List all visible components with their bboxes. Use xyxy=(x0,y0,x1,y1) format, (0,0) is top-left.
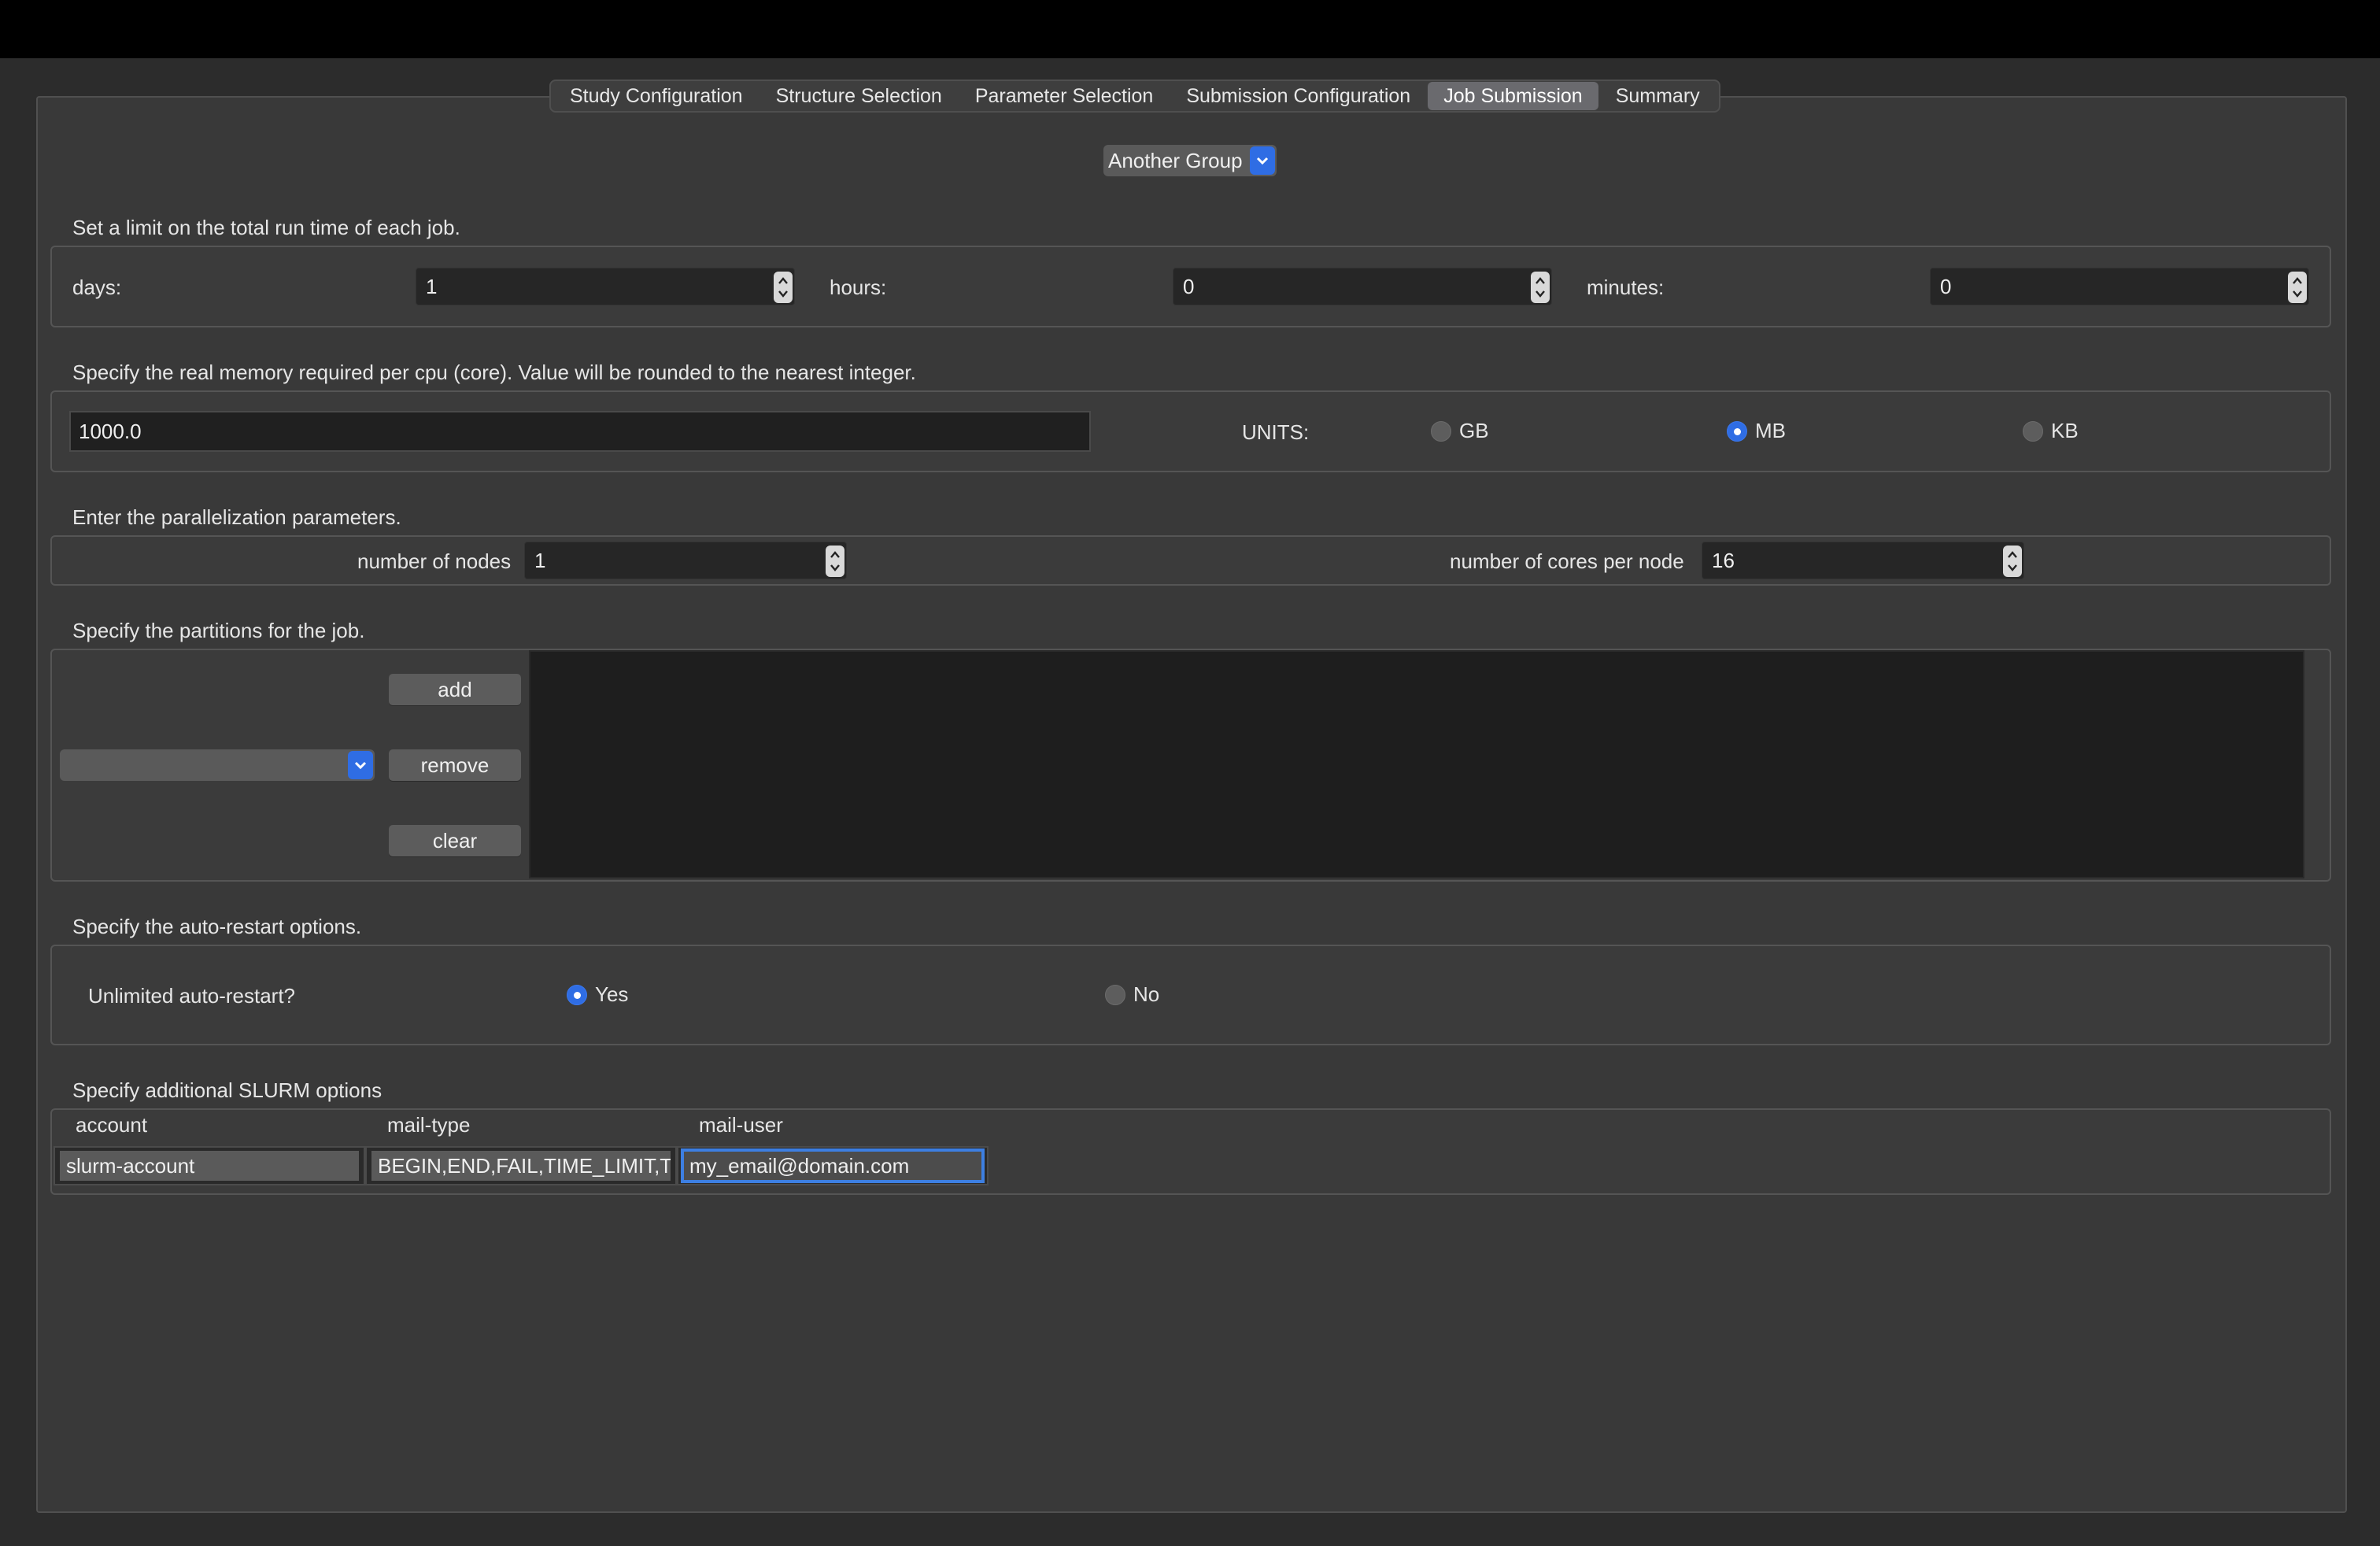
restart-yes-radio[interactable]: Yes xyxy=(567,982,628,1007)
restart-instruction: Specify the auto-restart options. xyxy=(72,915,362,938)
radio-icon xyxy=(1105,984,1125,1005)
tab-submission-configuration[interactable]: Submission Configuration xyxy=(1170,82,1426,110)
nodes-spinbox[interactable]: 1 xyxy=(524,542,847,579)
tab-job-submission[interactable]: Job Submission xyxy=(1428,82,1598,110)
slurm-instruction: Specify additional SLURM options xyxy=(72,1078,382,1102)
memory-instruction: Specify the real memory required per cpu… xyxy=(72,361,916,384)
slurm-account-cell[interactable]: slurm-account xyxy=(54,1146,365,1185)
tab-structure-selection[interactable]: Structure Selection xyxy=(760,82,958,110)
unit-kb-label: KB xyxy=(2051,419,2079,442)
chevron-down-icon xyxy=(1250,146,1275,175)
stepper-icon[interactable] xyxy=(2288,272,2307,303)
slurm-account-input[interactable]: slurm-account xyxy=(60,1151,359,1181)
unit-mb-label: MB xyxy=(1755,419,1786,442)
stepper-icon[interactable] xyxy=(774,272,793,303)
unit-radio-mb[interactable]: MB xyxy=(1727,419,1786,443)
tab-parameter-selection[interactable]: Parameter Selection xyxy=(959,82,1170,110)
group-select[interactable]: Another Group xyxy=(1103,145,1277,176)
partition-select[interactable] xyxy=(60,749,375,781)
slurm-mail-type-input[interactable]: BEGIN,END,FAIL,TIME_LIMIT,TIME_LIMIT_90 xyxy=(371,1151,671,1181)
cores-label: number of cores per node xyxy=(1450,549,1684,573)
parallel-instruction: Enter the parallelization parameters. xyxy=(72,505,401,529)
cores-spinbox[interactable]: 16 xyxy=(1702,542,2024,579)
days-value: 1 xyxy=(426,274,438,298)
stepper-icon[interactable] xyxy=(1531,272,1550,303)
nodes-value: 1 xyxy=(534,548,546,572)
group-select-value: Another Group xyxy=(1108,148,1243,172)
unit-radio-kb[interactable]: KB xyxy=(2023,419,2079,443)
tab-study-configuration[interactable]: Study Configuration xyxy=(554,82,759,110)
radio-selected-icon xyxy=(1727,420,1747,442)
slurm-mail-type-cell[interactable]: BEGIN,END,FAIL,TIME_LIMIT,TIME_LIMIT_90 xyxy=(365,1146,677,1185)
remove-partition-button[interactable]: remove xyxy=(389,749,521,781)
minutes-label: minutes: xyxy=(1587,276,1665,299)
cores-value: 16 xyxy=(1712,548,1735,572)
stepper-icon[interactable] xyxy=(2003,546,2022,577)
chevron-down-icon xyxy=(348,751,373,779)
restart-group xyxy=(50,945,2331,1045)
nodes-label: number of nodes xyxy=(357,549,512,573)
hours-label: hours: xyxy=(830,276,887,299)
restart-question: Unlimited auto-restart? xyxy=(88,984,295,1008)
window-titlebar xyxy=(0,0,2380,58)
slurm-col-mail-type: mail-type xyxy=(387,1113,471,1137)
radio-icon xyxy=(1431,420,1451,442)
clear-partitions-button[interactable]: clear xyxy=(389,825,521,856)
radio-selected-icon xyxy=(567,984,587,1005)
minutes-spinbox[interactable]: 0 xyxy=(1930,268,2309,305)
tab-bar: Study Configuration Structure Selection … xyxy=(549,80,1720,113)
hours-value: 0 xyxy=(1183,274,1195,298)
tab-summary[interactable]: Summary xyxy=(1600,82,1716,110)
unit-gb-label: GB xyxy=(1459,419,1489,442)
partitions-list[interactable] xyxy=(529,650,2304,878)
days-spinbox[interactable]: 1 xyxy=(416,268,795,305)
minutes-value: 0 xyxy=(1940,274,1952,298)
restart-yes-label: Yes xyxy=(595,982,629,1006)
partitions-instruction: Specify the partitions for the job. xyxy=(72,619,365,642)
slurm-col-account: account xyxy=(76,1113,148,1137)
unit-radio-gb[interactable]: GB xyxy=(1431,419,1489,443)
slurm-mail-user-cell[interactable]: my_email@domain.com xyxy=(677,1146,989,1185)
stepper-icon[interactable] xyxy=(826,546,844,577)
units-label: UNITS: xyxy=(1242,420,1310,444)
restart-no-radio[interactable]: No xyxy=(1105,982,1159,1007)
days-label: days: xyxy=(72,276,122,299)
runtime-instruction: Set a limit on the total run time of eac… xyxy=(72,216,460,239)
restart-no-label: No xyxy=(1133,982,1160,1006)
hours-spinbox[interactable]: 0 xyxy=(1173,268,1552,305)
memory-input[interactable]: 1000.0 xyxy=(69,411,1091,452)
slurm-mail-user-input[interactable]: my_email@domain.com xyxy=(681,1148,985,1183)
add-partition-button[interactable]: add xyxy=(389,674,521,705)
radio-icon xyxy=(2023,420,2043,442)
slurm-col-mail-user: mail-user xyxy=(699,1113,783,1137)
